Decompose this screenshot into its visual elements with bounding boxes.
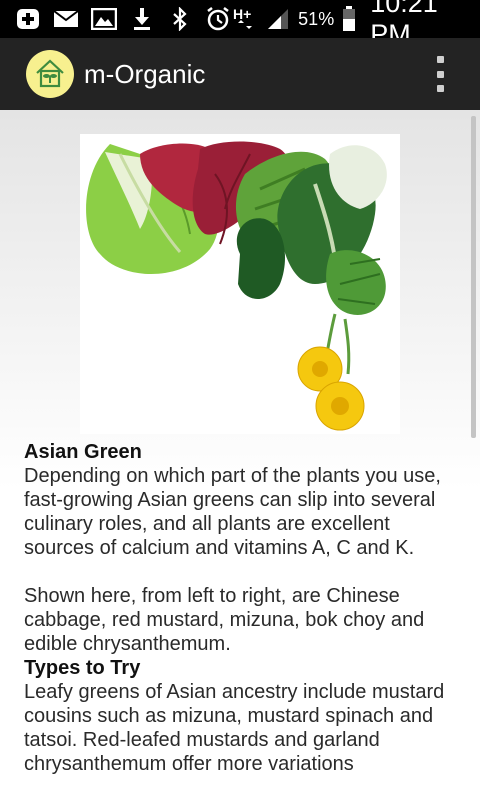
bluetooth-icon (166, 7, 194, 31)
article-text: Asian Green Depending on which part of t… (24, 440, 464, 776)
house-plant-icon (36, 59, 64, 88)
app-title: m-Organic (84, 58, 206, 89)
battery-percent: 51% (298, 8, 335, 29)
article-heading: Asian Green (24, 441, 142, 463)
article-paragraph: Leafy greens of Asian ancestry include m… (24, 681, 445, 775)
svg-text:H+: H+ (233, 6, 251, 22)
hplus-network-icon: H+ (232, 6, 258, 31)
status-bar: H+ 51% 10:21 PM (0, 0, 480, 49)
app-logo[interactable] (26, 50, 74, 98)
scrollbar[interactable] (471, 116, 476, 438)
download-icon (128, 7, 156, 31)
mail-icon (52, 7, 80, 31)
add-icon (14, 7, 42, 31)
notification-icons (0, 7, 232, 31)
action-bar: m-Organic (0, 38, 480, 110)
battery-icon (342, 6, 356, 31)
alarm-icon (204, 7, 232, 31)
article-content[interactable]: Asian Green Depending on which part of t… (0, 110, 480, 800)
gallery-icon (90, 7, 118, 31)
section-heading: Types to Try (24, 657, 141, 679)
asian-greens-illustration (80, 134, 400, 434)
overflow-menu-icon[interactable] (430, 56, 450, 92)
signal-icon (266, 7, 290, 31)
article-paragraph: Depending on which part of the plants yo… (24, 465, 441, 559)
article-paragraph: Shown here, from left to right, are Chin… (24, 585, 425, 655)
